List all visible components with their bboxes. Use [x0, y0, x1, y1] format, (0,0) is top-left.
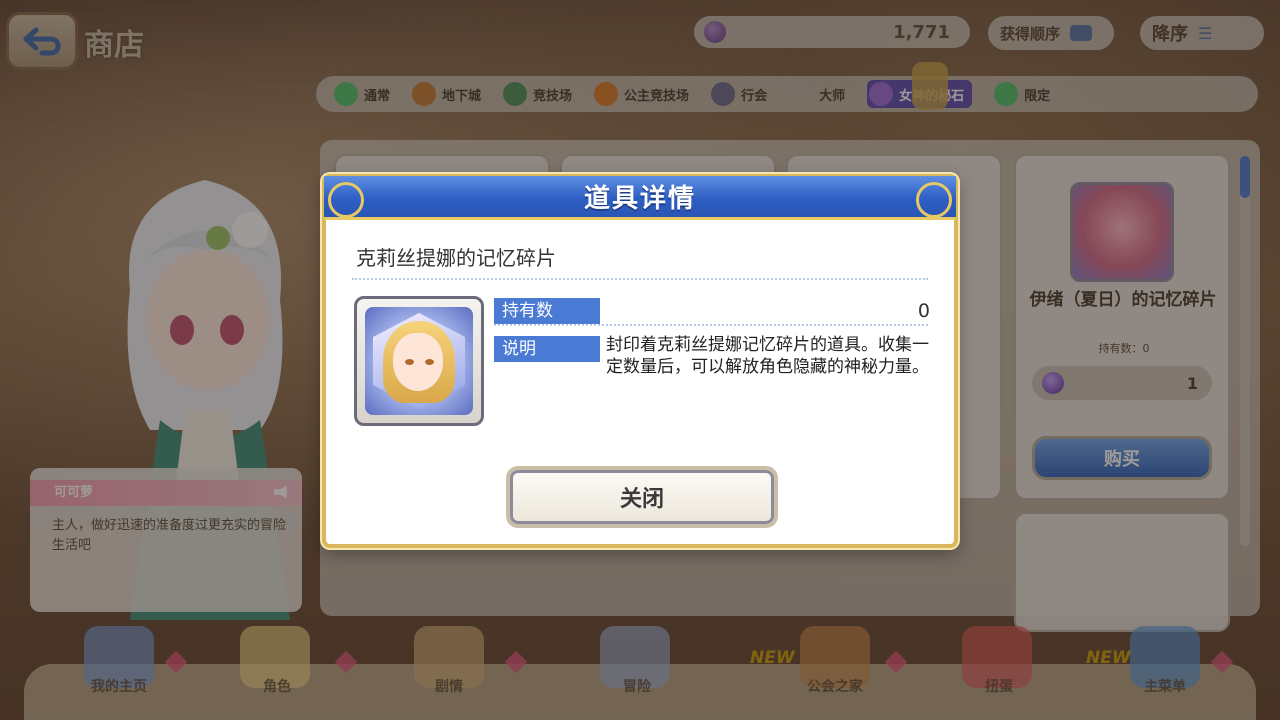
divider [494, 324, 928, 326]
item-detail-modal: 道具详情 克莉丝提娜的记忆碎片 持有数 0 说明 封印着克莉丝提娜记忆碎片的道具… [322, 174, 958, 548]
divider [352, 278, 928, 280]
description-label: 说明 [494, 336, 600, 362]
modal-header: 道具详情 [324, 176, 956, 220]
close-button[interactable]: 关闭 [506, 466, 778, 528]
item-description: 封印着克莉丝提娜记忆碎片的道具。收集一定数量后，可以解放角色隐藏的神秘力量。 [606, 335, 929, 377]
owned-count-label: 持有数 [494, 298, 600, 324]
owned-count-value: 0 [917, 300, 930, 322]
memory-shard-icon [365, 307, 473, 415]
item-thumbnail [354, 296, 484, 426]
modal-title: 道具详情 [583, 184, 696, 214]
item-name: 克莉丝提娜的记忆碎片 [356, 246, 556, 270]
